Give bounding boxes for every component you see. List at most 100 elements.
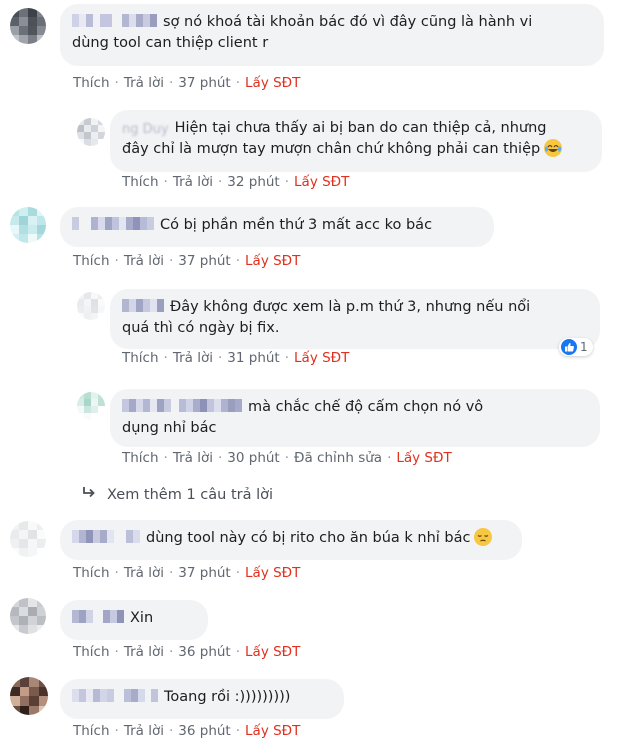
separator: · <box>168 253 174 269</box>
like-link[interactable]: Thích <box>122 450 159 466</box>
get-phone-link[interactable]: Lấy SĐT <box>294 174 349 190</box>
comment-bubble: mà chắc chế độ cấm chọn nó vô dụng nhỉ b… <box>110 389 600 447</box>
reply-link[interactable]: Trả lời <box>124 644 164 660</box>
blurred-author-name[interactable] <box>122 398 242 412</box>
get-phone-link[interactable]: Lấy SĐT <box>396 450 451 466</box>
blurred-author-name[interactable] <box>72 609 124 623</box>
reply-link[interactable]: Trả lời <box>124 253 164 269</box>
comment-bubble: Toang rồi :))))))))) <box>60 679 344 719</box>
comment-bubble: ng Duy Hiện tại chưa thấy ai bị ban do c… <box>110 110 602 172</box>
comment-actions: Thích · Trả lời · 37 phút · Lấy SĐT <box>73 74 300 92</box>
reply-link[interactable]: Trả lời <box>124 565 164 581</box>
reaction-number: 1 <box>580 340 588 354</box>
like-link[interactable]: Thích <box>73 253 110 269</box>
reply-link[interactable]: Trả lời <box>173 450 213 466</box>
separator: · <box>235 253 241 269</box>
comment-text: dụng nhỉ bác <box>122 420 217 436</box>
avatar[interactable] <box>10 8 46 44</box>
reply-link[interactable]: Trả lời <box>124 75 164 91</box>
blurred-author-name[interactable] <box>72 529 140 543</box>
comment-text: dùng tool can thiệp client r <box>72 35 269 51</box>
comment-bubble: dùng tool này có bị rito cho ăn búa k nh… <box>60 520 522 560</box>
comment-bubble: sợ nó khoá tài khoản bác đó vì đây cũng … <box>60 4 604 66</box>
separator: · <box>387 450 392 466</box>
comment-text: mà chắc chế độ cấm chọn nó vô <box>248 399 484 415</box>
comment-actions: Thích · Trả lời · 32 phút · Lấy SĐT <box>122 173 349 191</box>
reply-link[interactable]: Trả lời <box>124 723 164 739</box>
comment-bubble: Có bị phần mền thứ 3 mất acc ko bác <box>60 207 494 247</box>
see-more-replies-link[interactable]: Xem thêm 1 câu trả lời <box>81 486 273 504</box>
blurred-author-name[interactable] <box>72 688 158 702</box>
avatar[interactable] <box>77 392 105 420</box>
separator: · <box>284 450 290 466</box>
separator: · <box>163 450 168 466</box>
comment-text: Hiện tại chưa thấy ai bị ban do can thiệ… <box>174 120 547 136</box>
comment-bubble: Đây không được xem là p.m thứ 3, nhưng n… <box>110 289 600 349</box>
blurred-author-name[interactable] <box>122 298 164 312</box>
laughing-tears-emoji-icon <box>544 139 563 157</box>
avatar[interactable] <box>77 292 105 320</box>
timestamp[interactable]: 30 phút <box>227 450 279 466</box>
reply-arrow-icon <box>81 486 97 504</box>
see-more-label: Xem thêm 1 câu trả lời <box>107 487 274 503</box>
pensive-emoji-icon <box>474 528 493 546</box>
separator: · <box>168 565 174 581</box>
avatar[interactable] <box>10 598 46 634</box>
comment-actions: Thích · Trả lời · 37 phút · Lấy SĐT <box>73 564 300 582</box>
like-thumb-icon <box>561 339 577 355</box>
get-phone-link[interactable]: Lấy SĐT <box>245 253 300 269</box>
comment-actions: Thích · Trả lời · 31 phút · Lấy SĐT <box>122 349 349 367</box>
comment-text: dùng tool này có bị rito cho ăn búa k nh… <box>146 530 471 546</box>
get-phone-link[interactable]: Lấy SĐT <box>294 350 349 366</box>
comment-text: Xin <box>130 610 154 626</box>
get-phone-link[interactable]: Lấy SĐT <box>245 75 300 91</box>
get-phone-link[interactable]: Lấy SĐT <box>245 565 300 581</box>
avatar[interactable] <box>10 677 48 715</box>
get-phone-link[interactable]: Lấy SĐT <box>245 644 300 660</box>
comment-bubble: Xin <box>60 600 208 640</box>
reply-link[interactable]: Trả lời <box>173 350 213 366</box>
like-link[interactable]: Thích <box>73 75 110 91</box>
timestamp[interactable]: 36 phút <box>178 723 230 739</box>
reply-link[interactable]: Trả lời <box>173 174 213 190</box>
timestamp[interactable]: 32 phút <box>227 174 279 190</box>
blurred-author-name[interactable]: ng Duy <box>122 119 169 137</box>
comment-text: Toang rồi :))))))))) <box>164 689 291 705</box>
like-link[interactable]: Thích <box>73 644 110 660</box>
avatar[interactable] <box>10 207 46 243</box>
comment-actions: Thích · Trả lời · 30 phút · Đã chỉnh sửa · Lấy S… <box>122 449 452 467</box>
separator: · <box>217 174 223 190</box>
separator: · <box>235 565 241 581</box>
get-phone-link[interactable]: Lấy SĐT <box>245 723 300 739</box>
separator: · <box>284 350 290 366</box>
separator: · <box>217 450 223 466</box>
avatar[interactable] <box>77 118 105 146</box>
comment-text: sợ nó khoá tài khoản bác đó vì đây cũng … <box>163 14 533 30</box>
comment-text: đây chỉ là mượn tay mượn chân chứ không … <box>122 141 541 157</box>
like-link[interactable]: Thích <box>122 174 159 190</box>
separator: · <box>114 644 119 660</box>
separator: · <box>114 253 119 269</box>
blurred-author-name[interactable] <box>72 13 157 27</box>
separator: · <box>235 75 241 91</box>
comment-text: Có bị phần mền thứ 3 mất acc ko bác <box>160 217 433 233</box>
comment-actions: Thích · Trả lời · 36 phút · Lấy SĐT <box>73 643 300 661</box>
comment-actions: Thích · Trả lời · 37 phút · Lấy SĐT <box>73 252 300 270</box>
timestamp[interactable]: 31 phút <box>227 350 279 366</box>
blurred-author-name[interactable] <box>72 216 154 230</box>
timestamp[interactable]: 36 phút <box>178 644 230 660</box>
like-link[interactable]: Thích <box>122 350 159 366</box>
avatar[interactable] <box>10 521 46 557</box>
reaction-count[interactable]: 1 <box>559 338 593 356</box>
timestamp[interactable]: 37 phút <box>178 565 230 581</box>
timestamp[interactable]: 37 phút <box>178 253 230 269</box>
separator: · <box>163 174 168 190</box>
separator: · <box>235 644 241 660</box>
like-link[interactable]: Thích <box>73 565 110 581</box>
separator: · <box>114 75 119 91</box>
timestamp[interactable]: 37 phút <box>178 75 230 91</box>
like-link[interactable]: Thích <box>73 723 110 739</box>
separator: · <box>168 75 174 91</box>
separator: · <box>217 350 223 366</box>
edited-label[interactable]: Đã chỉnh sửa <box>294 450 382 466</box>
